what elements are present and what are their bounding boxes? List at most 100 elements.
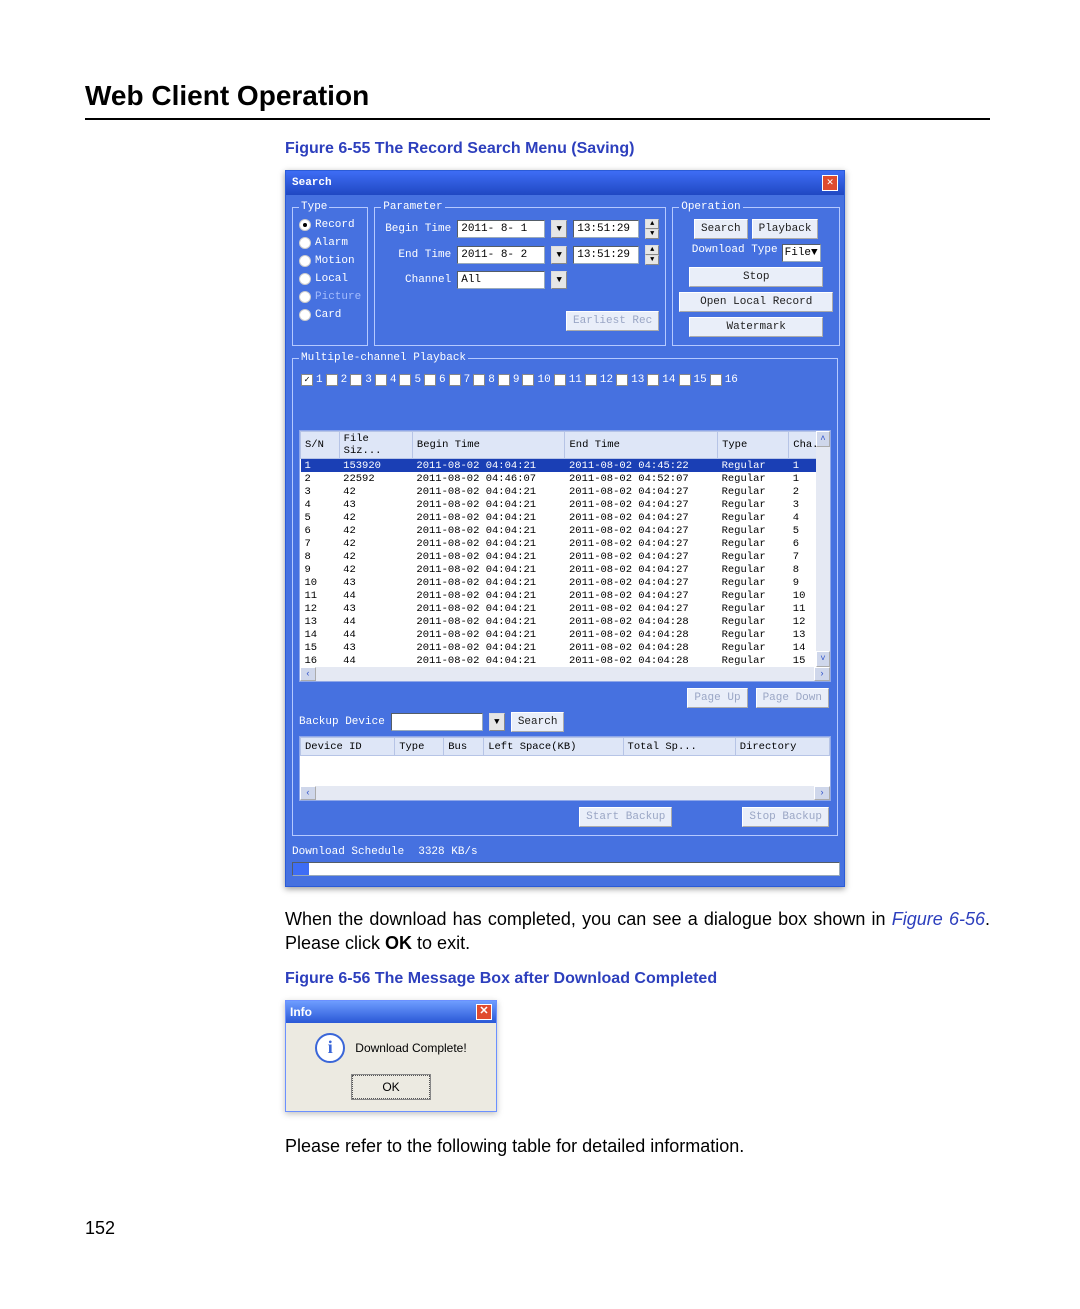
table-row[interactable]: 11539202011-08-02 04:04:212011-08-02 04:… [301, 459, 830, 473]
chevron-down-icon[interactable]: ▼ [551, 220, 567, 238]
channel-checkbox-15[interactable] [679, 374, 691, 386]
chevron-down-icon[interactable]: ▼ [551, 246, 567, 264]
channel-checkbox-14[interactable] [647, 374, 659, 386]
download-type-select[interactable]: File ▼ [782, 244, 821, 262]
table-row[interactable]: 5422011-08-02 04:04:212011-08-02 04:04:2… [301, 511, 830, 524]
channel-label: 12 [600, 374, 613, 386]
col-type[interactable]: Type [395, 738, 444, 756]
horizontal-scrollbar[interactable]: ‹› [300, 667, 830, 681]
time-spinner[interactable]: ▲▼ [645, 245, 659, 265]
channel-checkbox-1[interactable] [301, 374, 313, 386]
col-type[interactable]: Type [718, 432, 789, 459]
radio-local[interactable]: Local [299, 273, 361, 285]
channel-checkbox-2[interactable] [326, 374, 338, 386]
close-icon[interactable]: ✕ [822, 175, 838, 191]
radio-alarm[interactable]: Alarm [299, 237, 361, 249]
col-size[interactable]: File Siz... [339, 432, 412, 459]
search-button[interactable]: Search [694, 219, 748, 239]
time-spinner[interactable]: ▲▼ [645, 219, 659, 239]
end-time-input[interactable]: 13:51:29 [573, 246, 639, 264]
table-row[interactable]: 3422011-08-02 04:04:212011-08-02 04:04:2… [301, 485, 830, 498]
download-type-label: Download Type [692, 244, 778, 262]
backup-device-table[interactable]: Device ID Type Bus Left Space(KB) Total … [299, 736, 831, 801]
table-row[interactable]: 12432011-08-02 04:04:212011-08-02 04:04:… [301, 602, 830, 615]
radio-icon [299, 309, 311, 321]
channel-label: 6 [439, 374, 446, 386]
channel-checkbox-9[interactable] [498, 374, 510, 386]
table-row[interactable]: 9422011-08-02 04:04:212011-08-02 04:04:2… [301, 563, 830, 576]
channel-label: 14 [662, 374, 675, 386]
stop-button[interactable]: Stop [689, 267, 823, 287]
channel-checkbox-5[interactable] [399, 374, 411, 386]
search-dialog: Search ✕ Type Record Alarm Motion Local … [285, 170, 845, 887]
vertical-scrollbar[interactable]: ˄˅ [816, 431, 830, 667]
backup-device-select[interactable] [391, 713, 483, 731]
page-down-button: Page Down [756, 688, 829, 708]
table-row[interactable]: 6422011-08-02 04:04:212011-08-02 04:04:2… [301, 524, 830, 537]
channel-select[interactable]: All [457, 271, 545, 289]
channel-label: 8 [488, 374, 495, 386]
table-row[interactable]: 16442011-08-02 04:04:212011-08-02 04:04:… [301, 654, 830, 667]
chevron-left-icon[interactable]: ‹ [300, 667, 316, 681]
table-row[interactable]: 7422011-08-02 04:04:212011-08-02 04:04:2… [301, 537, 830, 550]
channel-checkbox-4[interactable] [375, 374, 387, 386]
chevron-right-icon[interactable]: › [814, 786, 830, 800]
figure-reference: Figure 6-56 [892, 909, 985, 929]
chevron-down-icon[interactable]: ▼ [551, 271, 567, 289]
radio-card[interactable]: Card [299, 309, 361, 321]
chevron-right-icon[interactable]: › [814, 667, 830, 681]
results-table[interactable]: S/N File Siz... Begin Time End Time Type… [299, 430, 831, 682]
channel-checkbox-12[interactable] [585, 374, 597, 386]
col-left[interactable]: Left Space(KB) [484, 738, 623, 756]
channel-checkbox-13[interactable] [616, 374, 628, 386]
backup-search-button[interactable]: Search [511, 712, 565, 732]
playback-button[interactable]: Playback [752, 219, 819, 239]
col-sn[interactable]: S/N [301, 432, 340, 459]
begin-time-input[interactable]: 13:51:29 [573, 220, 639, 238]
channel-label: 3 [365, 374, 372, 386]
ok-button[interactable]: OK [352, 1075, 430, 1099]
channel-label: 5 [414, 374, 421, 386]
table-row[interactable]: 10432011-08-02 04:04:212011-08-02 04:04:… [301, 576, 830, 589]
close-icon[interactable]: ✕ [476, 1004, 492, 1020]
chevron-up-icon[interactable]: ˄ [816, 431, 830, 447]
begin-date-input[interactable]: 2011- 8- 1 [457, 220, 545, 238]
horizontal-scrollbar[interactable]: ‹› [300, 786, 830, 800]
table-row[interactable]: 2225922011-08-02 04:46:072011-08-02 04:5… [301, 472, 830, 485]
channel-checkbox-3[interactable] [350, 374, 362, 386]
channel-checkbox-10[interactable] [522, 374, 534, 386]
radio-record[interactable]: Record [299, 219, 361, 231]
channel-checkbox-7[interactable] [449, 374, 461, 386]
col-total[interactable]: Total Sp... [623, 738, 735, 756]
channel-checkbox-16[interactable] [710, 374, 722, 386]
table-row[interactable]: 13442011-08-02 04:04:212011-08-02 04:04:… [301, 615, 830, 628]
search-dialog-titlebar[interactable]: Search ✕ [286, 171, 844, 195]
watermark-button[interactable]: Watermark [689, 317, 823, 337]
chevron-left-icon[interactable]: ‹ [300, 786, 316, 800]
channel-checkbox-11[interactable] [554, 374, 566, 386]
col-bus[interactable]: Bus [444, 738, 484, 756]
col-device-id[interactable]: Device ID [301, 738, 395, 756]
info-titlebar[interactable]: Info ✕ [286, 1001, 496, 1023]
radio-motion[interactable]: Motion [299, 255, 361, 267]
channel-checkbox-8[interactable] [473, 374, 485, 386]
info-message-box: Info ✕ i Download Complete! OK [285, 1000, 497, 1112]
channel-label: 1 [316, 374, 323, 386]
table-row[interactable]: 4432011-08-02 04:04:212011-08-02 04:04:2… [301, 498, 830, 511]
table-row[interactable]: 14442011-08-02 04:04:212011-08-02 04:04:… [301, 628, 830, 641]
chevron-down-icon[interactable]: ▼ [489, 713, 505, 731]
end-date-input[interactable]: 2011- 8- 2 [457, 246, 545, 264]
col-directory[interactable]: Directory [735, 738, 829, 756]
multiple-channel-playback-fieldset: Multiple-channel Playback 12345678910111… [292, 352, 838, 836]
chevron-down-icon[interactable]: ˅ [816, 651, 830, 667]
table-row[interactable]: 15432011-08-02 04:04:212011-08-02 04:04:… [301, 641, 830, 654]
col-begin[interactable]: Begin Time [412, 432, 565, 459]
radio-icon [299, 237, 311, 249]
operation-fieldset: Operation Search Playback Download Type … [672, 201, 840, 346]
table-row[interactable]: 8422011-08-02 04:04:212011-08-02 04:04:2… [301, 550, 830, 563]
radio-icon [299, 291, 311, 303]
open-local-record-button[interactable]: Open Local Record [679, 292, 833, 312]
table-row[interactable]: 11442011-08-02 04:04:212011-08-02 04:04:… [301, 589, 830, 602]
channel-checkbox-6[interactable] [424, 374, 436, 386]
col-end[interactable]: End Time [565, 432, 718, 459]
